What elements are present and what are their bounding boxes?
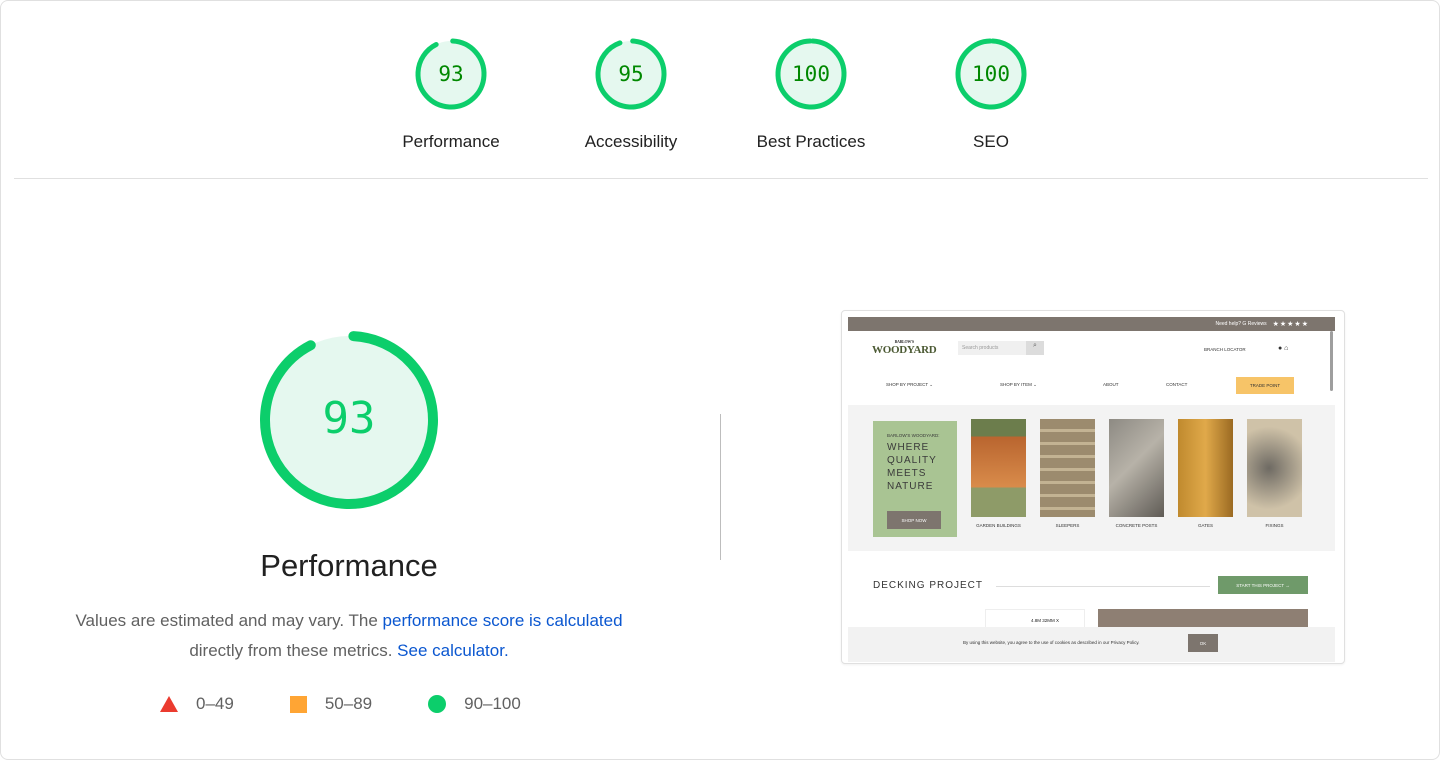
- site-header: BARLOW'S WOODYARD Search products ⌕ BRAN…: [848, 331, 1335, 365]
- gauge-performance[interactable]: 93 Performance: [361, 36, 541, 152]
- legend-range: 90–100: [464, 694, 521, 713]
- category-label: SLEEPERS: [1055, 523, 1080, 528]
- branch-locator: BRANCH LOCATOR: [1204, 347, 1246, 352]
- seo-gauge-icon: 100: [955, 38, 1027, 110]
- score-calculated-link[interactable]: performance score is calculated: [383, 611, 623, 630]
- site-hero: BARLOW'S WOODYARD: WHERE QUALITY MEETS N…: [848, 405, 1335, 551]
- start-project-button: START THIS PROJECT →: [1218, 576, 1308, 594]
- square-icon: [289, 695, 307, 713]
- performance-score-gauge-icon: 93: [260, 331, 438, 509]
- legend-range: 0–49: [196, 694, 234, 713]
- gauge-score: 95: [618, 62, 643, 86]
- category-tile: GATES: [1178, 419, 1233, 529]
- desc-text-2: directly from these metrics.: [189, 641, 393, 660]
- gauge-label: Best Practices: [756, 132, 866, 151]
- category-tile: CONCRETE POSTS: [1109, 419, 1164, 529]
- performance-title: Performance: [260, 548, 438, 583]
- nav-item: SHOP BY PROJECT ⌄: [886, 382, 934, 387]
- site-nav: SHOP BY PROJECT ⌄ SHOP BY ITEM ⌄ ABOUT C…: [848, 377, 1335, 395]
- performance-big-gauge: 93: [256, 327, 442, 518]
- category-tile: FIXINGS: [1247, 419, 1302, 529]
- legend-fail: 0–49: [160, 694, 234, 714]
- performance-gauge-icon: 93: [415, 38, 487, 110]
- final-screenshot[interactable]: Need help? G Reviews ★★★★★ BARLOW'S WOOD…: [841, 310, 1345, 664]
- site-search: Search products ⌕: [958, 341, 1044, 355]
- category-tile: GARDEN BUILDINGS: [971, 419, 1026, 529]
- legend-average: 50–89: [289, 694, 373, 714]
- gauge-label: Performance: [402, 132, 500, 151]
- nav-item: CONTACT: [1166, 382, 1188, 387]
- best-practices-gauge-icon: 100: [775, 38, 847, 110]
- see-calculator-link[interactable]: See calculator.: [397, 641, 509, 660]
- site-logo: BARLOW'S WOODYARD: [872, 339, 937, 356]
- gauge-score: 100: [972, 62, 1010, 86]
- hero-small: BARLOW'S WOODYARD:: [887, 433, 940, 438]
- decking-heading: DECKING PROJECT: [873, 580, 984, 591]
- legend-range: 50–89: [324, 694, 373, 713]
- account-cart-icons: ● ⌂: [1278, 345, 1289, 352]
- cookie-ok-button: OK: [1188, 634, 1218, 652]
- decking-rule: [996, 586, 1210, 587]
- site-search-placeholder: Search products: [962, 345, 999, 351]
- performance-description: Values are estimated and may vary. The p…: [40, 606, 658, 666]
- gauge-score: 93: [438, 62, 463, 86]
- category-label: FIXINGS: [1265, 523, 1284, 528]
- score-gauges: 93 Performance 95 Accessibility 100 Best…: [0, 36, 1440, 156]
- cookie-text: By using this website, you agree to the …: [963, 640, 1140, 645]
- nav-item: ABOUT: [1103, 382, 1119, 387]
- website-preview: Need help? G Reviews ★★★★★ BARLOW'S WOOD…: [848, 317, 1335, 662]
- vertical-divider: [720, 414, 721, 560]
- shop-now-button: SHOP NOW: [887, 511, 941, 529]
- search-icon: ⌕: [1026, 341, 1044, 355]
- hero-card: BARLOW'S WOODYARD: WHERE QUALITY MEETS N…: [873, 421, 957, 537]
- gauge-best-practices[interactable]: 100 Best Practices: [721, 36, 901, 152]
- trade-point-button: TRADE POINT: [1236, 377, 1294, 394]
- score-legend: 0–49 50–89 90–100: [160, 694, 577, 714]
- circle-icon: [428, 695, 447, 713]
- category-label: GARDEN BUILDINGS: [976, 523, 1021, 528]
- cookie-banner: By using this website, you agree to the …: [848, 627, 1335, 662]
- desc-text-1: Values are estimated and may vary. The: [75, 611, 378, 630]
- site-topbar: Need help? G Reviews ★★★★★: [848, 317, 1335, 331]
- gauge-score: 100: [792, 62, 830, 86]
- topbar-text: Need help? G Reviews: [1215, 321, 1267, 327]
- gauge-seo[interactable]: 100 SEO: [901, 36, 1081, 152]
- performance-score: 93: [323, 393, 376, 444]
- gauge-label: SEO: [973, 132, 1009, 151]
- triangle-icon: [160, 696, 178, 712]
- category-tile: SLEEPERS: [1040, 419, 1095, 529]
- section-divider: [14, 178, 1428, 179]
- category-label: CONCRETE POSTS: [1115, 523, 1158, 528]
- logo-text: WOODYARD: [872, 344, 937, 356]
- scrollbar-thumb: [1330, 331, 1333, 391]
- nav-item: SHOP BY ITEM ⌄: [1000, 382, 1037, 387]
- category-label: GATES: [1198, 523, 1213, 528]
- stars-icon: ★★★★★: [1272, 321, 1309, 328]
- accessibility-gauge-icon: 95: [595, 38, 667, 110]
- hero-big: WHERE QUALITY MEETS NATURE: [887, 442, 937, 492]
- gauge-label: Accessibility: [584, 132, 678, 151]
- gauge-accessibility[interactable]: 95 Accessibility: [541, 36, 721, 152]
- legend-pass: 90–100: [428, 694, 521, 714]
